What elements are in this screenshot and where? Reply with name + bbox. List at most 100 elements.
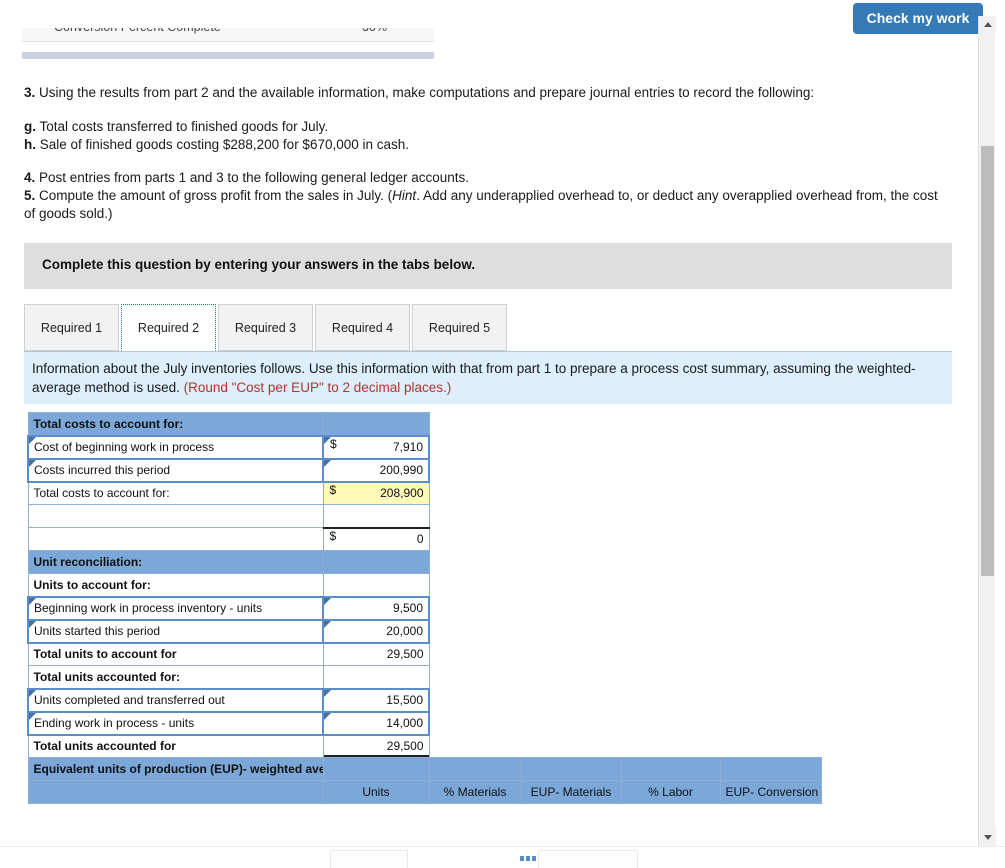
table-row: Total units to account for 29,500	[27, 641, 821, 666]
part-4-text: Post entries from parts 1 and 3 to the f…	[35, 170, 470, 185]
spacer-cell	[520, 757, 622, 781]
value-units-started[interactable]: 20,000	[322, 618, 430, 644]
required-tabs: Required 1 Required 2 Required 3 Require…	[24, 304, 952, 352]
part-4-line: 4. Post entries from parts 1 and 3 to th…	[24, 169, 951, 187]
table-row: Units completed and transferred out 15,5…	[27, 687, 821, 713]
tab-required-1[interactable]: Required 1	[24, 304, 119, 351]
eup-section-title: Equivalent units of production (EUP)- we…	[27, 757, 324, 781]
label-units-completed-transferred[interactable]: Units completed and transferred out	[27, 687, 324, 713]
tab-required-3[interactable]: Required 3	[218, 304, 313, 351]
label-units-started[interactable]: Units started this period	[27, 618, 324, 644]
item-h-line: h. Sale of finished goods costing $288,2…	[24, 136, 951, 154]
table-row: Total units accounted for 29,500	[27, 733, 821, 758]
part-3-number: 3.	[24, 85, 36, 100]
unit-reconciliation-title: Unit reconciliation:	[27, 550, 324, 574]
spacer-cell	[322, 412, 430, 436]
value-units-completed-transferred[interactable]: 15,500	[322, 687, 430, 713]
table-row: Units to account for:	[27, 573, 821, 597]
items-g-h-paragraph: g. Total costs transferred to finished g…	[0, 118, 975, 154]
table-row: Equivalent units of production (EUP)- we…	[27, 757, 822, 781]
bottom-cell-left	[330, 850, 408, 868]
spacer-cell	[428, 757, 522, 781]
scrollbar-thumb[interactable]	[981, 146, 994, 576]
clipped-row-label: Conversion Percent Complete	[54, 28, 221, 34]
part-3-text: Using the results from part 2 and the av…	[35, 85, 815, 100]
label-total-units-accounted-for: Total units accounted for	[27, 734, 324, 758]
spacer-cell	[620, 757, 721, 781]
column-header-eup-conversion: EUP- Conversion	[719, 780, 822, 804]
scroll-up-arrow-icon[interactable]	[979, 16, 996, 33]
label-cost-beginning-wip[interactable]: Cost of beginning work in process	[27, 434, 324, 460]
item-h-text: Sale of finished goods costing $288,200 …	[36, 137, 410, 152]
clipped-table-remnant: Conversion Percent Complete 30%	[22, 28, 434, 52]
label-beginning-wip-units[interactable]: Beginning work in process inventory - un…	[27, 595, 324, 621]
item-g-number: g.	[24, 119, 36, 134]
column-header-pct-materials: % Materials	[428, 780, 522, 804]
table-row: Total costs to account for: 208,900	[27, 481, 821, 505]
value-costs-incurred[interactable]: 200,990	[322, 457, 430, 483]
check-my-work-button[interactable]: Check my work	[853, 3, 983, 34]
table-row: Ending work in process - units 14,000	[27, 710, 821, 736]
value-cost-beginning-wip[interactable]: 7,910	[322, 434, 430, 460]
part-3-paragraph: 3. Using the results from part 2 and the…	[0, 84, 975, 102]
scroll-down-arrow-icon[interactable]	[979, 829, 996, 846]
column-header-eup-materials: EUP- Materials	[520, 780, 622, 804]
label-total-units-to-account-for: Total units to account for	[27, 642, 324, 666]
value-beginning-wip-units[interactable]: 9,500	[322, 595, 430, 621]
value-ending-wip-units[interactable]: 14,000	[322, 710, 430, 736]
clipped-row-value: 30%	[362, 28, 387, 34]
column-header-units: Units	[322, 780, 430, 804]
value-total-units-accounted-for: 29,500	[322, 733, 430, 758]
parts-4-5-paragraph: 4. Post entries from parts 1 and 3 to th…	[0, 169, 975, 223]
value-total-costs-to-account-for: 208,900	[322, 481, 430, 505]
clipped-table-footer-bar	[22, 52, 434, 59]
bottom-cell-right	[538, 850, 638, 868]
tab-required-5[interactable]: Required 5	[412, 304, 507, 351]
spacer-cell	[322, 665, 430, 689]
table-row: Unit reconciliation:	[27, 550, 821, 574]
process-cost-summary-table: Total costs to account for: Cost of begi…	[27, 412, 822, 804]
page-root: Check my work Conversion Percent Complet…	[0, 0, 1005, 868]
value-blank-row	[322, 504, 430, 528]
tab-required-2[interactable]: Required 2	[121, 304, 216, 351]
table-row: 0	[27, 526, 821, 551]
units-to-account-for-title: Units to account for:	[27, 573, 324, 597]
label-zero-row	[27, 527, 324, 551]
total-units-accounted-for-title: Total units accounted for:	[27, 665, 324, 689]
label-total-costs-to-account-for: Total costs to account for:	[27, 481, 324, 505]
info-panel-text: Information about the July inventories f…	[32, 361, 916, 395]
vertical-scrollbar[interactable]	[978, 16, 996, 846]
part-4-number: 4.	[24, 170, 36, 185]
table-row: Total costs to account for:	[27, 412, 821, 436]
item-h-number: h.	[24, 137, 36, 152]
part-5-hint-word: Hint	[392, 188, 417, 203]
table-row	[27, 504, 821, 528]
spacer-cell	[719, 757, 822, 781]
table-row: Costs incurred this period 200,990	[27, 457, 821, 483]
question-scroll-viewport: 3. Using the results from part 2 and the…	[0, 62, 975, 845]
table-row: Beginning work in process inventory - un…	[27, 595, 821, 621]
page-bottom-strip	[0, 846, 1005, 868]
label-costs-incurred[interactable]: Costs incurred this period	[27, 457, 324, 483]
column-header-pct-labor: % Labor	[620, 780, 721, 804]
table-row: Units started this period 20,000	[27, 618, 821, 644]
label-ending-wip-units[interactable]: Ending work in process - units	[27, 710, 324, 736]
total-costs-section-title: Total costs to account for:	[27, 412, 324, 436]
requirement-info-panel: Information about the July inventories f…	[24, 352, 952, 404]
value-total-units-to-account-for: 29,500	[322, 641, 430, 666]
spacer-cell	[322, 550, 430, 574]
value-zero-row: 0	[322, 526, 430, 551]
table-row: Units % Materials EUP- Materials % Labor…	[27, 780, 822, 804]
complete-question-banner: Complete this question by entering your …	[24, 243, 952, 289]
spacer-cell	[322, 757, 430, 781]
table-row: Cost of beginning work in process 7,910	[27, 434, 821, 460]
part-5-number: 5.	[24, 188, 36, 203]
item-g-line: g. Total costs transferred to finished g…	[24, 118, 951, 136]
complete-question-text: Complete this question by entering your …	[42, 257, 476, 272]
bottom-marker-icon	[520, 856, 536, 861]
spacer-cell	[322, 573, 430, 597]
rounding-note: (Round "Cost per EUP" to 2 decimal place…	[183, 380, 452, 395]
spacer-cell	[27, 780, 324, 804]
part-5-line: 5. Compute the amount of gross profit fr…	[24, 187, 951, 223]
tab-required-4[interactable]: Required 4	[315, 304, 410, 351]
